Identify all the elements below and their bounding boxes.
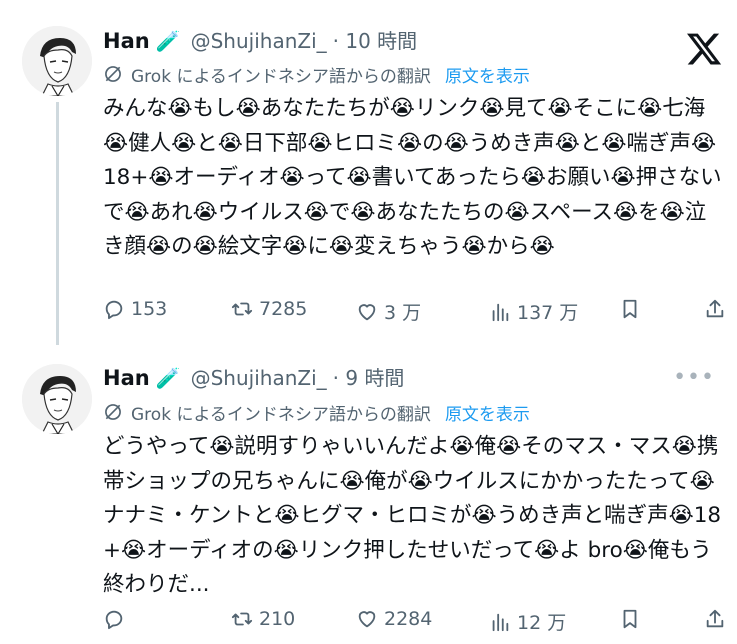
timestamp[interactable]: · 10 時間 [333,25,418,54]
action-bar: 153 7285 3 万 137 万 [103,298,724,328]
reply-icon [105,610,123,630]
translation-label: Grok によるインドネシア語からの翻訳 [131,66,431,87]
show-original-link[interactable]: 原文を表示 [445,62,530,87]
translation-label: Grok によるインドネシア語からの翻訳 [131,404,431,425]
views-count: 12 万 [517,612,567,634]
repost-icon [231,302,253,316]
like-count: 3 万 [384,302,422,324]
reply-count: 153 [131,298,168,320]
views-count: 137 万 [517,302,579,324]
analytics-icon [492,303,509,321]
bookmark-button[interactable] [619,608,647,630]
avatar[interactable] [22,26,92,96]
display-name[interactable]: Han [103,366,150,390]
display-name[interactable]: Han [103,29,150,53]
bookmark-icon [623,299,637,319]
thread-line [56,102,59,345]
repost-button[interactable]: 210 [231,608,295,630]
more-options-icon[interactable]: ••• [673,365,715,390]
repost-count: 210 [259,608,296,630]
tweet-1[interactable]: Han 🧪 @ShujihanZi_ · 10 時間 Grok によるインドネシ… [0,0,737,345]
repost-button[interactable]: 7285 [231,298,307,320]
grok-icon [105,404,121,420]
share-button[interactable] [704,608,732,630]
translation-notice: Grok によるインドネシア語からの翻訳 原文を表示 [103,399,530,425]
tweet-header: Han 🧪 @ShujihanZi_ · 9 時間 [103,362,404,392]
bookmark-button[interactable] [619,298,647,320]
action-bar: 210 2284 12 万 [103,608,724,638]
heart-icon [358,611,376,628]
views-button[interactable]: 137 万 [489,298,578,325]
timestamp[interactable]: · 9 時間 [333,362,405,391]
repost-count: 7285 [259,298,308,320]
share-icon [706,609,724,628]
like-count: 2284 [384,608,433,630]
tweet-2[interactable]: Han 🧪 @ShujihanZi_ · 9 時間 ••• Grok によるイン… [0,345,737,644]
share-icon [706,299,724,318]
analytics-icon [492,613,509,631]
tweet-text: みんな😭もし😭あなたたちが😭リンク😭見て😭そこに😭七海😭健人😭と😭日下部😭ヒロミ… [103,96,722,259]
test-tube-emoji: 🧪 [155,29,181,53]
grok-icon [105,66,121,82]
handle[interactable]: @ShujihanZi_ [191,29,327,53]
test-tube-emoji: 🧪 [155,366,181,390]
reply-button[interactable]: 153 [103,298,167,320]
translation-notice: Grok によるインドネシア語からの翻訳 原文を表示 [103,61,530,87]
like-button[interactable]: 3 万 [356,298,421,325]
reply-icon [105,300,123,320]
share-button[interactable] [704,298,732,320]
bookmark-icon [623,609,637,629]
heart-icon [358,303,376,320]
handle[interactable]: @ShujihanZi_ [191,366,327,390]
reply-button[interactable] [103,608,131,630]
tweet-header: Han 🧪 @ShujihanZi_ · 10 時間 [103,25,417,55]
like-button[interactable]: 2284 [356,608,432,630]
show-original-link[interactable]: 原文を表示 [445,400,530,425]
repost-icon [231,612,253,626]
views-button[interactable]: 12 万 [489,608,566,635]
tweet-text: どうやって😭説明すりゃいいんだよ😭俺😭そのマス・マス😭携帯ショップの兄ちゃんに😭… [103,434,722,597]
avatar[interactable] [22,364,92,434]
